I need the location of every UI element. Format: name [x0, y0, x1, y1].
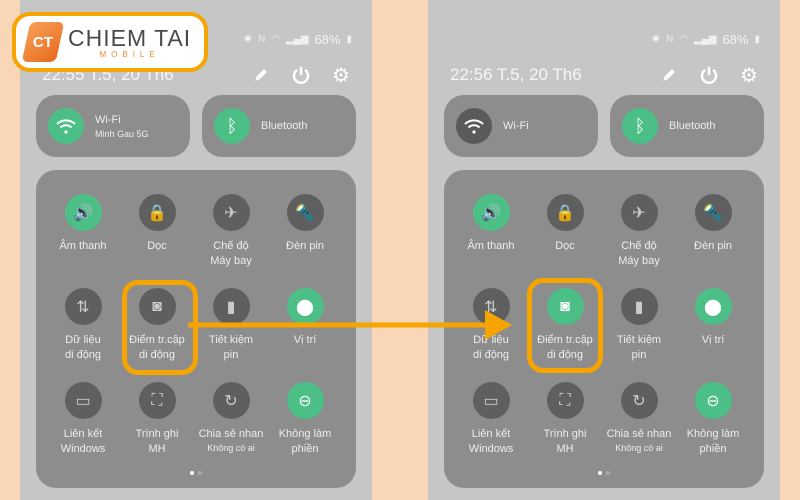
arrow: [188, 310, 512, 340]
